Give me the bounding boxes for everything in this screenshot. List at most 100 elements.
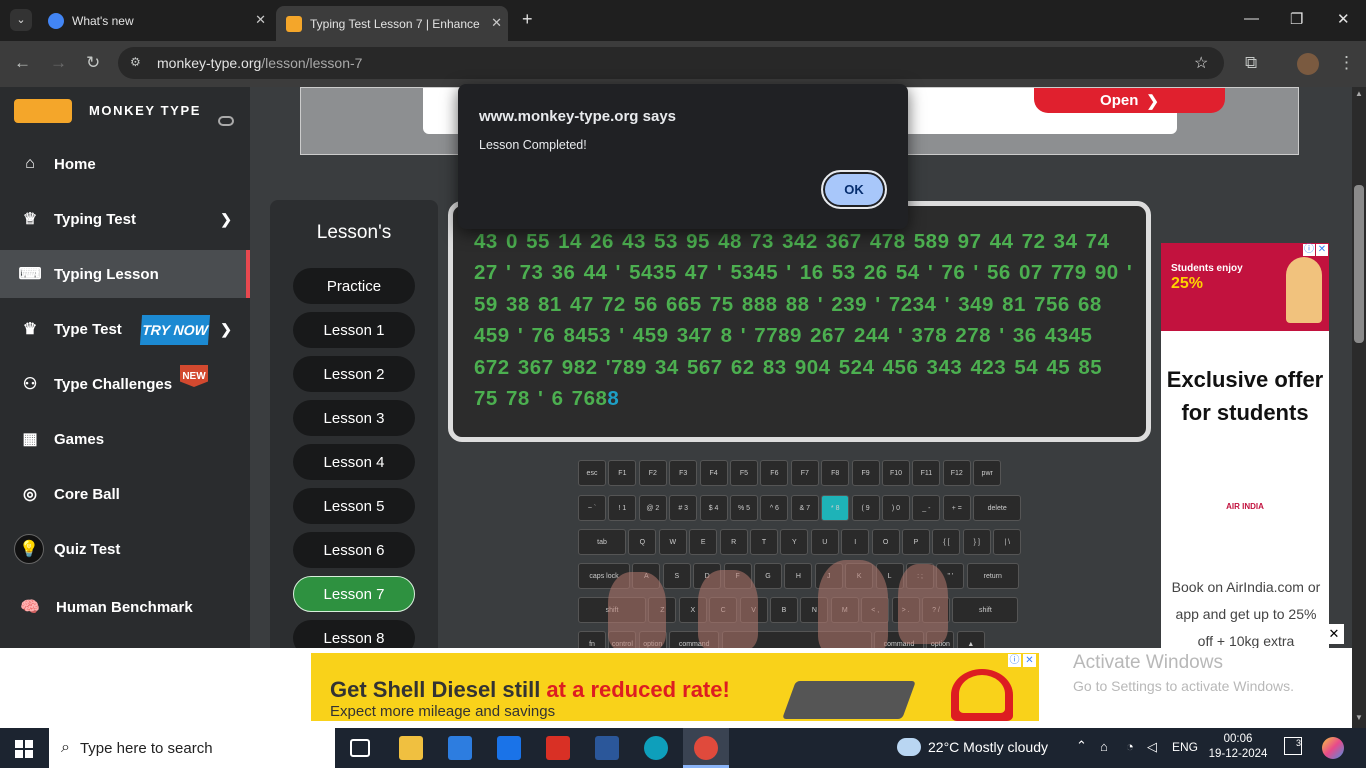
sidebar-item-typing-test[interactable]: ♕ Typing Test ❯ xyxy=(0,195,250,243)
lesson-5-button[interactable]: Lesson 5 xyxy=(293,488,415,524)
profile-avatar[interactable] xyxy=(1297,53,1319,75)
pdf-icon[interactable] xyxy=(546,736,570,760)
ad-close-icon[interactable]: ✕ xyxy=(1023,654,1036,667)
volume-icon[interactable]: ◁ xyxy=(1147,739,1157,755)
right-hand-image xyxy=(818,560,888,648)
sidebar-item-type-challenges[interactable]: ⚇ Type Challenges NEW xyxy=(0,360,250,408)
sidebar-item-home[interactable]: ⌂ Home xyxy=(0,140,250,188)
keyboard-key: $ 4 xyxy=(699,495,728,521)
window-close-icon[interactable]: ✕ xyxy=(1337,10,1350,28)
copilot-icon[interactable] xyxy=(1322,737,1344,759)
extensions-icon[interactable]: ⧉ xyxy=(1245,53,1257,73)
keyboard-key: % 5 xyxy=(730,495,758,521)
clock[interactable]: 00:06 19-12-2024 xyxy=(1208,732,1268,762)
network-icon[interactable]: ⌂ xyxy=(1100,739,1108,754)
new-badge: NEW xyxy=(180,365,208,387)
tab-typing-lesson[interactable]: Typing Test Lesson 7 | Enhance ✕ xyxy=(276,6,508,41)
grid-icon: ▦ xyxy=(22,431,38,448)
notification-icon[interactable]: 3 xyxy=(1284,737,1302,755)
lesson-6-button[interactable]: Lesson 6 xyxy=(293,532,415,568)
clock-time: 00:06 xyxy=(1223,733,1253,745)
back-icon[interactable]: ← xyxy=(14,53,31,73)
keyboard-key: esc xyxy=(578,460,606,486)
keyboard-key: & 7 xyxy=(790,495,819,521)
lesson-8-button[interactable]: Lesson 8 xyxy=(293,620,415,648)
keyboard-key: ▲ xyxy=(956,631,985,648)
chevron-up-icon[interactable]: ⌃ xyxy=(1076,738,1087,754)
ad-open-button[interactable]: Open ❯ xyxy=(1034,88,1225,113)
ad-info-icon[interactable]: ⓘ xyxy=(1303,244,1315,256)
tab-search-button[interactable]: ⌄ xyxy=(10,9,32,31)
lesson-7-button[interactable]: Lesson 7 xyxy=(293,576,415,612)
weather-text[interactable]: 22°C Mostly cloudy xyxy=(928,739,1048,755)
sidebar-item-human-benchmark[interactable]: 🧠 Human Benchmark xyxy=(0,583,250,631)
menu-icon[interactable]: ⋮ xyxy=(1338,53,1355,73)
sidebar-item-quiz-test[interactable]: 💡 Quiz Test xyxy=(0,525,250,573)
word-icon[interactable] xyxy=(595,736,619,760)
new-tab-icon[interactable]: + xyxy=(522,9,533,30)
lessons-title: Lesson's xyxy=(316,222,392,243)
shell-logo-icon xyxy=(951,669,1013,721)
keyboard-icon: ⌨ xyxy=(18,266,42,283)
scroll-down-icon[interactable]: ▼ xyxy=(1355,713,1363,722)
shell-ad-banner[interactable]: Get Shell Diesel still at a reduced rate… xyxy=(311,653,1039,721)
keyboard-key: ) 0 xyxy=(882,495,910,521)
sidebar-item-type-test[interactable]: ♛ Type Test TRY NOW ❯ xyxy=(0,305,250,353)
sidebar-item-core-ball[interactable]: ◎ Core Ball xyxy=(0,470,250,518)
monkey-logo-icon[interactable] xyxy=(14,99,72,123)
chrome-taskbar-button[interactable] xyxy=(683,728,729,768)
restore-icon[interactable]: ❐ xyxy=(1290,10,1303,28)
forward-icon[interactable]: → xyxy=(50,53,67,73)
ad-dismiss-icon[interactable]: ✕ xyxy=(1324,624,1344,644)
mail-icon[interactable] xyxy=(497,736,521,760)
address-bar[interactable]: ⚙ monkey-type.org/lesson/lesson-7 ☆ xyxy=(118,47,1224,79)
scroll-up-icon[interactable]: ▲ xyxy=(1355,89,1363,98)
lesson-1-button[interactable]: Lesson 1 xyxy=(293,312,415,348)
wifi-icon[interactable]: ◔ xyxy=(1126,739,1134,754)
sidebar-item-label: Type Test xyxy=(54,320,122,338)
lesson-4-button[interactable]: Lesson 4 xyxy=(293,444,415,480)
ok-button[interactable]: OK xyxy=(821,170,887,209)
bookmark-star-icon[interactable]: ☆ xyxy=(1194,53,1208,73)
scrollbar-thumb[interactable] xyxy=(1354,185,1364,343)
minimize-icon[interactable]: — xyxy=(1244,10,1259,27)
shell-ad-headline: Get Shell Diesel still at a reduced rate… xyxy=(330,677,730,702)
store-icon[interactable] xyxy=(448,736,472,760)
keyboard-key: @ 2 xyxy=(638,495,667,521)
ad-close-icon[interactable]: ✕ xyxy=(1316,244,1328,256)
lesson-3-button[interactable]: Lesson 3 xyxy=(293,400,415,436)
taskbar-search[interactable]: ⌕ Type here to search xyxy=(49,728,335,768)
keyboard-key: { [ xyxy=(932,529,961,555)
keyboard-key: tab xyxy=(578,529,626,555)
keyboard-key: S xyxy=(662,563,691,589)
close-icon[interactable]: ✕ xyxy=(491,15,502,31)
notification-count: 3 xyxy=(1295,738,1301,748)
task-view-icon[interactable] xyxy=(350,739,370,757)
keyboard-key: ! 1 xyxy=(608,495,637,521)
site-info-icon[interactable]: ⚙ xyxy=(130,55,141,69)
keyboard-key: G xyxy=(754,563,782,589)
theme-toggle[interactable] xyxy=(218,116,234,126)
lesson-2-button[interactable]: Lesson 2 xyxy=(293,356,415,392)
tab-whats-new[interactable]: What's new ✕ xyxy=(40,7,272,35)
keyboard-key: ( 9 xyxy=(851,495,880,521)
page-scrollbar[interactable]: ▲ ▼ xyxy=(1352,87,1366,728)
reload-icon[interactable]: ↻ xyxy=(86,53,100,73)
close-icon[interactable]: ✕ xyxy=(255,12,266,28)
windows-taskbar: ⌕ Type here to search 22°C Mostly cloudy… xyxy=(0,728,1366,768)
ad-info-icon[interactable]: ⓘ xyxy=(1008,654,1021,667)
file-explorer-icon[interactable] xyxy=(399,736,423,760)
keyboard-key: F3 xyxy=(669,460,698,486)
windows-start-icon[interactable] xyxy=(15,740,33,758)
clock-date: 19-12-2024 xyxy=(1208,748,1268,760)
sidebar-item-games[interactable]: ▦ Games xyxy=(0,415,250,463)
typing-area[interactable]: 43 0 55 14 26 43 53 95 48 73 342 367 478… xyxy=(448,201,1151,442)
lesson-practice-button[interactable]: Practice xyxy=(293,268,415,304)
chrome-icon xyxy=(48,13,64,29)
keyboard-key: F7 xyxy=(790,460,819,486)
bottom-ad-strip: Get Shell Diesel still at a reduced rate… xyxy=(0,648,1352,728)
language-indicator[interactable]: ENG xyxy=(1172,740,1198,754)
right-ad-banner[interactable]: Students enjoy 25% ⓘ ✕ Exclusive offer f… xyxy=(1161,243,1329,648)
sidebar-item-typing-lesson[interactable]: ⌨ Typing Lesson xyxy=(0,250,250,298)
edge-icon[interactable] xyxy=(644,736,668,760)
